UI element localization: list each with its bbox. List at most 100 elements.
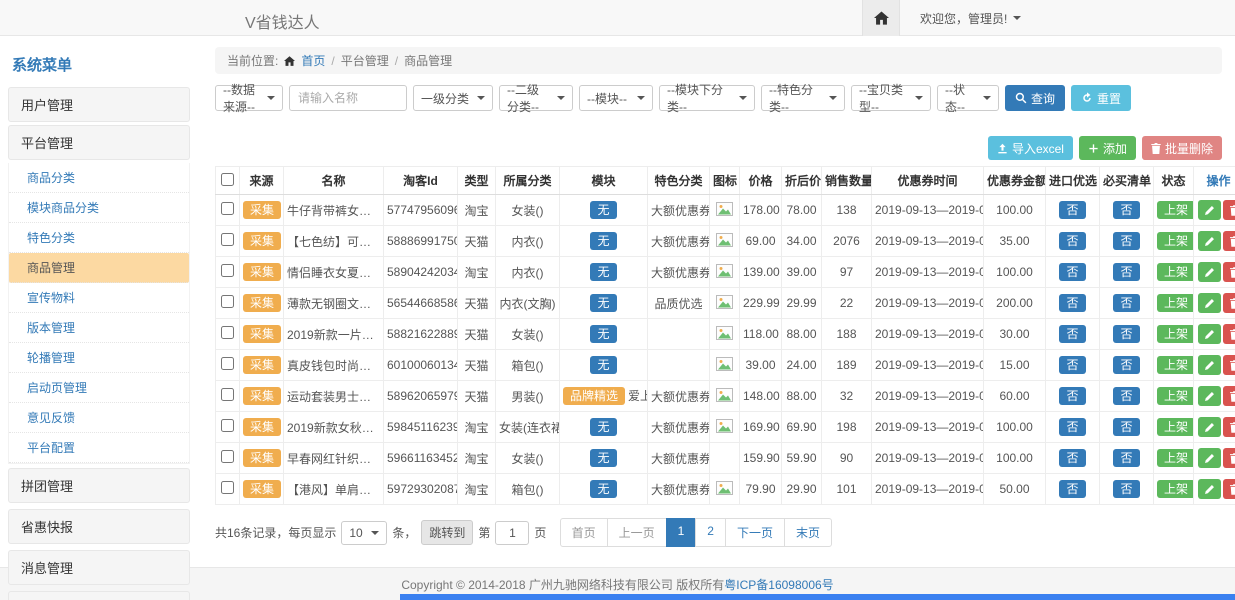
select-all-checkbox[interactable] <box>221 173 234 186</box>
page-button[interactable]: 1 <box>666 518 697 547</box>
must-buy-toggle[interactable]: 否 <box>1113 480 1139 498</box>
must-buy-toggle[interactable]: 否 <box>1113 294 1139 312</box>
page-size-select[interactable]: 10 <box>341 521 387 545</box>
filter-select[interactable]: --特色分类-- <box>761 85 845 111</box>
status-badge[interactable]: 上架 <box>1157 294 1194 312</box>
status-badge[interactable]: 上架 <box>1157 232 1194 250</box>
sidebar-item[interactable]: 特色分类 <box>9 223 189 253</box>
filter-select[interactable]: --状态-- <box>937 85 999 111</box>
page-button[interactable]: 下一页 <box>725 518 785 547</box>
edit-button[interactable] <box>1198 262 1221 282</box>
imported-toggle[interactable]: 否 <box>1059 263 1085 281</box>
imported-toggle[interactable]: 否 <box>1059 294 1085 312</box>
sidebar-item[interactable]: 版本管理 <box>9 313 189 343</box>
must-buy-toggle[interactable]: 否 <box>1113 449 1139 467</box>
status-badge[interactable]: 上架 <box>1157 449 1194 467</box>
row-checkbox[interactable] <box>221 450 234 463</box>
delete-button[interactable] <box>1223 479 1235 499</box>
sidebar-group[interactable]: 用户管理 <box>8 87 190 122</box>
add-button[interactable]: 添加 <box>1079 136 1136 160</box>
row-checkbox[interactable] <box>221 295 234 308</box>
filter-select[interactable]: --宝贝类型-- <box>851 85 931 111</box>
page-button[interactable]: 首页 <box>560 518 608 547</box>
must-buy-toggle[interactable]: 否 <box>1113 263 1139 281</box>
row-checkbox[interactable] <box>221 419 234 432</box>
sidebar-group[interactable]: 平台管理 <box>8 125 190 160</box>
row-checkbox[interactable] <box>221 264 234 277</box>
status-badge[interactable]: 上架 <box>1157 387 1194 405</box>
bulk-delete-button[interactable]: 批量删除 <box>1142 136 1222 160</box>
imported-toggle[interactable]: 否 <box>1059 418 1085 436</box>
status-badge[interactable]: 上架 <box>1157 480 1194 498</box>
sidebar-item[interactable]: 商品管理 <box>9 253 189 283</box>
row-checkbox[interactable] <box>221 357 234 370</box>
status-badge[interactable]: 上架 <box>1157 325 1194 343</box>
imported-toggle[interactable]: 否 <box>1059 232 1085 250</box>
filter-select[interactable]: --二级分类-- <box>499 85 573 111</box>
page-button[interactable]: 上一页 <box>607 518 667 547</box>
row-checkbox[interactable] <box>221 202 234 215</box>
edit-button[interactable] <box>1198 200 1221 220</box>
must-buy-toggle[interactable]: 否 <box>1113 356 1139 374</box>
edit-button[interactable] <box>1198 355 1221 375</box>
jump-page-input[interactable] <box>495 521 529 545</box>
must-buy-toggle[interactable]: 否 <box>1113 418 1139 436</box>
delete-button[interactable] <box>1223 262 1235 282</box>
status-badge[interactable]: 上架 <box>1157 201 1194 219</box>
row-checkbox[interactable] <box>221 233 234 246</box>
sidebar-item[interactable]: 平台配置 <box>9 433 189 463</box>
breadcrumb-home-link[interactable]: 首页 <box>301 52 325 69</box>
horizontal-scrollbar[interactable] <box>400 594 1235 600</box>
edit-button[interactable] <box>1198 448 1221 468</box>
sidebar-item[interactable]: 商品分类 <box>9 163 189 193</box>
must-buy-toggle[interactable]: 否 <box>1113 387 1139 405</box>
row-checkbox[interactable] <box>221 326 234 339</box>
page-button[interactable]: 2 <box>695 518 726 547</box>
sidebar-group[interactable]: 消息管理 <box>8 550 190 585</box>
must-buy-toggle[interactable]: 否 <box>1113 201 1139 219</box>
imported-toggle[interactable]: 否 <box>1059 387 1085 405</box>
must-buy-toggle[interactable]: 否 <box>1113 325 1139 343</box>
delete-button[interactable] <box>1223 386 1235 406</box>
filter-select[interactable]: --模块下分类-- <box>659 85 755 111</box>
imported-toggle[interactable]: 否 <box>1059 480 1085 498</box>
sidebar-item[interactable]: 轮播管理 <box>9 343 189 373</box>
delete-button[interactable] <box>1223 324 1235 344</box>
delete-button[interactable] <box>1223 200 1235 220</box>
page-button[interactable]: 末页 <box>784 518 832 547</box>
imported-toggle[interactable]: 否 <box>1059 325 1085 343</box>
filter-select[interactable]: --模块-- <box>579 85 653 111</box>
jump-button[interactable]: 跳转到 <box>421 520 473 545</box>
edit-button[interactable] <box>1198 293 1221 313</box>
imported-toggle[interactable]: 否 <box>1059 449 1085 467</box>
status-badge[interactable]: 上架 <box>1157 356 1194 374</box>
data-source-select[interactable]: --数据来源-- <box>215 85 283 111</box>
row-checkbox[interactable] <box>221 481 234 494</box>
edit-button[interactable] <box>1198 231 1221 251</box>
edit-button[interactable] <box>1198 417 1221 437</box>
name-search-input[interactable] <box>289 85 407 111</box>
edit-button[interactable] <box>1198 386 1221 406</box>
reset-button[interactable]: 重置 <box>1071 85 1131 111</box>
import-excel-button[interactable]: 导入excel <box>988 136 1073 160</box>
delete-button[interactable] <box>1223 448 1235 468</box>
home-button[interactable] <box>862 0 900 36</box>
imported-toggle[interactable]: 否 <box>1059 201 1085 219</box>
status-badge[interactable]: 上架 <box>1157 418 1194 436</box>
user-menu[interactable]: 欢迎您，管理员! <box>920 10 1021 27</box>
edit-button[interactable] <box>1198 479 1221 499</box>
sidebar-group[interactable]: 拼团管理 <box>8 468 190 503</box>
sidebar-item[interactable]: 宣传物料 <box>9 283 189 313</box>
imported-toggle[interactable]: 否 <box>1059 356 1085 374</box>
status-badge[interactable]: 上架 <box>1157 263 1194 281</box>
delete-button[interactable] <box>1223 293 1235 313</box>
edit-button[interactable] <box>1198 324 1221 344</box>
sidebar-group[interactable]: 订单管理 <box>8 591 190 600</box>
delete-button[interactable] <box>1223 355 1235 375</box>
sidebar-item[interactable]: 意见反馈 <box>9 403 189 433</box>
row-checkbox[interactable] <box>221 388 234 401</box>
delete-button[interactable] <box>1223 417 1235 437</box>
sidebar-group[interactable]: 省惠快报 <box>8 509 190 544</box>
icp-link[interactable]: 粤ICP备16098006号 <box>724 576 833 593</box>
filter-select[interactable]: 一级分类 <box>413 85 493 111</box>
